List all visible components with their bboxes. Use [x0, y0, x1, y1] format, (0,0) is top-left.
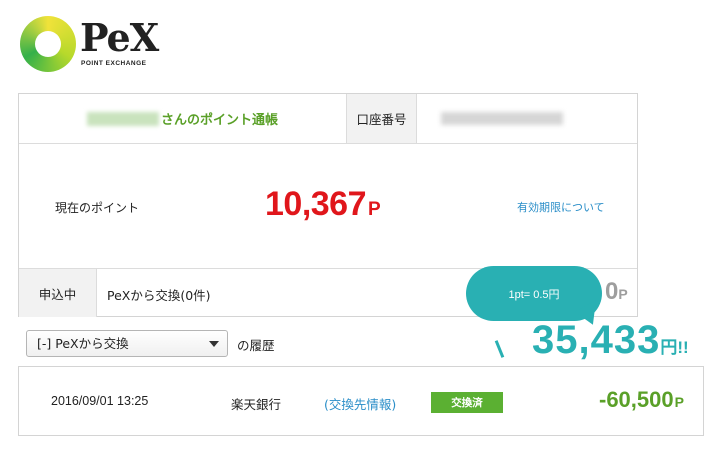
passbook-title: さんのポイント通帳 — [160, 113, 278, 128]
status-badge: 交換済 — [431, 392, 503, 413]
account-number-label: 口座番号 — [347, 94, 417, 143]
passbook-owner-cell: さんのポイント通帳 — [19, 94, 347, 143]
pending-points-value: 0P — [605, 278, 628, 305]
logo-wordmark: PeX — [80, 15, 159, 60]
expiry-info-link[interactable]: 有効期限について — [517, 199, 605, 215]
history-suffix-label: の履歴 — [237, 338, 275, 353]
logo-tagline: POINT EXCHANGE — [81, 60, 147, 67]
yen-total-value: 35,433円!! — [532, 318, 689, 362]
history-filter-select[interactable]: [-] PeXから交換 — [26, 330, 228, 357]
account-number-blurred — [441, 112, 563, 125]
passbook-header-row: さんのポイント通帳 口座番号 — [19, 94, 637, 144]
history-row: 2016/09/01 13:25 楽天銀行 (交換先情報) 交換済 -60,50… — [18, 366, 704, 436]
rate-text: 1pt= 0.5円 — [508, 288, 560, 301]
destination-info-link[interactable]: (交換先情報) — [324, 394, 396, 413]
history-amount: -60,500P — [599, 387, 684, 412]
pending-label: 申込中 — [19, 269, 97, 317]
owner-name-blurred — [86, 111, 159, 126]
chevron-down-icon — [209, 341, 219, 347]
logo-ring-icon — [20, 16, 76, 72]
current-points-value: 10,367 P — [265, 185, 381, 223]
emphasis-slash-mark — [494, 340, 505, 358]
history-destination: 楽天銀行 — [231, 397, 282, 412]
pex-logo[interactable]: PeX POINT EXCHANGE — [20, 16, 170, 74]
current-points-label: 現在のポイント — [55, 201, 140, 215]
history-filter-value: [-] PeXから交換 — [37, 336, 129, 351]
pending-exchange-text: PeXから交換(0件) — [107, 288, 211, 303]
history-date: 2016/09/01 13:25 — [51, 394, 149, 408]
